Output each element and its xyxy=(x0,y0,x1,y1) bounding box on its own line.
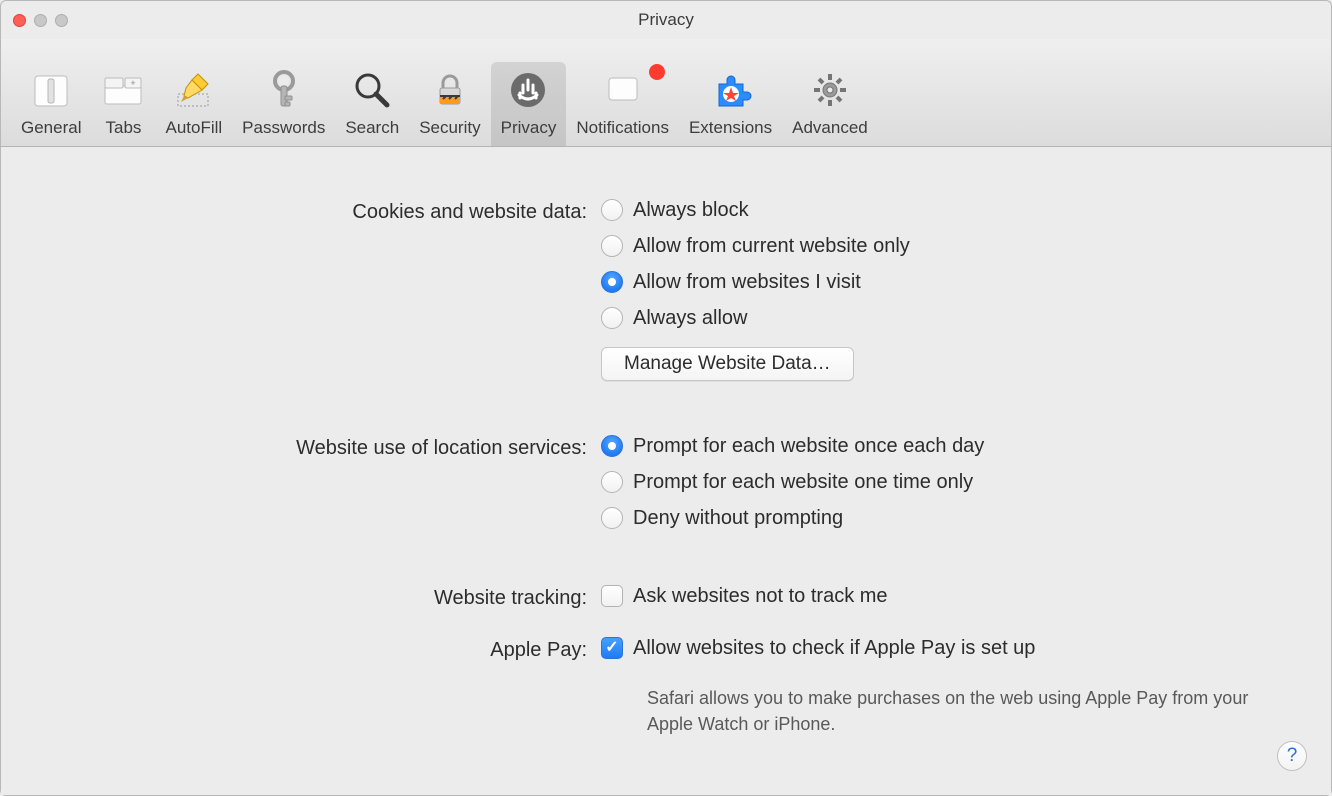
manage-website-data-button[interactable]: Manage Website Data… xyxy=(601,347,854,381)
tab-label: Advanced xyxy=(792,118,868,138)
privacy-icon xyxy=(506,68,550,112)
radio-icon xyxy=(601,435,623,457)
radio-cookies-always-allow[interactable]: Always allow xyxy=(601,305,1291,331)
radio-location-prompt-daily[interactable]: Prompt for each website once each day xyxy=(601,433,1291,459)
minimize-button[interactable] xyxy=(34,14,47,27)
tab-label: Notifications xyxy=(576,118,669,138)
radio-label: Prompt for each website once each day xyxy=(633,433,984,459)
checkbox-label: Ask websites not to track me xyxy=(633,583,888,609)
content-area: Cookies and website data: Always block A… xyxy=(1,147,1331,795)
row-cookies: Cookies and website data: Always block A… xyxy=(41,197,1291,381)
search-icon xyxy=(350,68,394,112)
zoom-button[interactable] xyxy=(55,14,68,27)
checkbox-applepay[interactable]: Allow websites to check if Apple Pay is … xyxy=(601,635,1291,661)
tab-privacy[interactable]: Privacy xyxy=(491,62,567,146)
row-tracking: Website tracking: Ask websites not to tr… xyxy=(41,583,1291,613)
tab-search[interactable]: Search xyxy=(335,62,409,146)
tracking-controls: Ask websites not to track me xyxy=(601,583,1291,609)
tab-label: Passwords xyxy=(242,118,325,138)
notifications-icon xyxy=(601,68,645,112)
row-location: Website use of location services: Prompt… xyxy=(41,433,1291,531)
radio-label: Prompt for each website one time only xyxy=(633,469,973,495)
extensions-icon xyxy=(709,68,753,112)
tab-tabs[interactable]: + Tabs xyxy=(91,62,155,146)
applepay-hint: Safari allows you to make purchases on t… xyxy=(601,685,1291,737)
tab-label: Extensions xyxy=(689,118,772,138)
tab-general[interactable]: General xyxy=(11,62,91,146)
radio-label: Allow from websites I visit xyxy=(633,269,861,295)
radio-label: Always allow xyxy=(633,305,747,331)
preferences-window: Privacy General + Tabs xyxy=(0,0,1332,796)
tab-label: Tabs xyxy=(106,118,142,138)
radio-icon xyxy=(601,307,623,329)
location-label: Website use of location services: xyxy=(41,433,601,463)
toolbar: General + Tabs xyxy=(1,39,1331,147)
radio-label: Always block xyxy=(633,197,749,223)
radio-icon xyxy=(601,507,623,529)
tab-label: Privacy xyxy=(501,118,557,138)
tab-security[interactable]: Security xyxy=(409,62,490,146)
titlebar: Privacy xyxy=(1,1,1331,39)
radio-icon xyxy=(601,271,623,293)
tab-label: Security xyxy=(419,118,480,138)
window-title: Privacy xyxy=(1,10,1331,30)
radio-icon xyxy=(601,235,623,257)
radio-label: Deny without prompting xyxy=(633,505,843,531)
tab-notifications[interactable]: Notifications xyxy=(566,62,679,146)
traffic-lights xyxy=(1,14,68,27)
autofill-icon xyxy=(172,68,216,112)
location-controls: Prompt for each website once each day Pr… xyxy=(601,433,1291,531)
radio-icon xyxy=(601,199,623,221)
cookies-controls: Always block Allow from current website … xyxy=(601,197,1291,381)
tab-label: Search xyxy=(345,118,399,138)
checkbox-do-not-track[interactable]: Ask websites not to track me xyxy=(601,583,1291,609)
tab-passwords[interactable]: Passwords xyxy=(232,62,335,146)
radio-cookies-visited[interactable]: Allow from websites I visit xyxy=(601,269,1291,295)
applepay-controls: Allow websites to check if Apple Pay is … xyxy=(601,635,1291,737)
checkbox-icon xyxy=(601,637,623,659)
radio-label: Allow from current website only xyxy=(633,233,910,259)
advanced-icon xyxy=(808,68,852,112)
radio-location-prompt-once[interactable]: Prompt for each website one time only xyxy=(601,469,1291,495)
close-button[interactable] xyxy=(13,14,26,27)
applepay-label: Apple Pay: xyxy=(41,635,601,665)
radio-location-deny[interactable]: Deny without prompting xyxy=(601,505,1291,531)
tab-advanced[interactable]: Advanced xyxy=(782,62,878,146)
tab-label: AutoFill xyxy=(165,118,222,138)
checkbox-label: Allow websites to check if Apple Pay is … xyxy=(633,635,1035,661)
help-button[interactable]: ? xyxy=(1277,741,1307,771)
tab-autofill[interactable]: AutoFill xyxy=(155,62,232,146)
tab-extensions[interactable]: Extensions xyxy=(679,62,782,146)
cookies-label: Cookies and website data: xyxy=(41,197,601,227)
general-icon xyxy=(29,68,73,112)
security-icon xyxy=(428,68,472,112)
tracking-label: Website tracking: xyxy=(41,583,601,613)
row-applepay: Apple Pay: Allow websites to check if Ap… xyxy=(41,635,1291,737)
svg-text:+: + xyxy=(131,78,136,88)
passwords-icon xyxy=(262,68,306,112)
radio-cookies-always-block[interactable]: Always block xyxy=(601,197,1291,223)
tab-label: General xyxy=(21,118,81,138)
radio-cookies-current-only[interactable]: Allow from current website only xyxy=(601,233,1291,259)
tabs-icon: + xyxy=(101,68,145,112)
notification-badge-icon xyxy=(649,64,665,80)
checkbox-icon xyxy=(601,585,623,607)
radio-icon xyxy=(601,471,623,493)
